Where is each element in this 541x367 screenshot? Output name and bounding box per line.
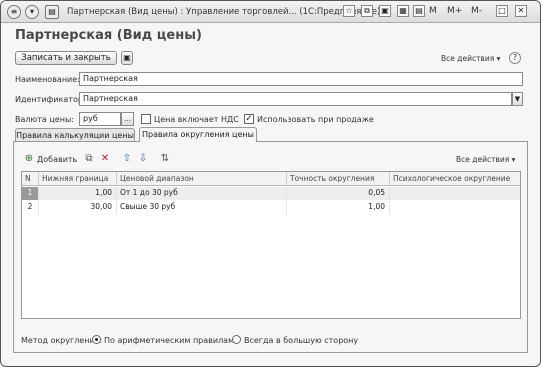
precision-cell[interactable]: 1,00 xyxy=(287,201,390,214)
form-heading: Партнерская (Вид цены) xyxy=(15,28,202,43)
copy-row-icon[interactable]: ⧉ xyxy=(83,153,95,165)
psychological-cell[interactable] xyxy=(390,201,520,214)
lower-bound-cell[interactable]: 1,00 xyxy=(39,187,117,200)
psychological-cell[interactable] xyxy=(390,187,520,200)
save-and-close-button[interactable]: Записать и закрыть xyxy=(15,51,117,65)
move-down-icon[interactable]: ⇩ xyxy=(137,153,149,165)
close-icon[interactable]: ✕ xyxy=(515,5,527,17)
column-header-lower-bound[interactable]: Нижняя граница xyxy=(39,172,117,186)
column-header-price-range[interactable]: Ценовой диапазон xyxy=(117,172,287,186)
calendar-icon[interactable]: ▤ xyxy=(413,5,425,17)
row-number: 1 xyxy=(22,187,39,200)
name-field[interactable]: Партнерская xyxy=(79,72,523,86)
column-header-psychological[interactable]: Психологическое округление xyxy=(390,172,520,186)
identifier-field[interactable]: Партнерская xyxy=(79,92,512,106)
add-button[interactable]: Добавить xyxy=(37,155,77,164)
copy-icon[interactable]: ⧉ xyxy=(361,5,373,17)
grid-icon[interactable]: ▦ xyxy=(397,5,409,17)
rounding-arithmetic-label: По арифметическим правилам xyxy=(104,336,235,345)
price-range-cell[interactable]: Свыше 30 руб xyxy=(117,201,287,214)
form-icon: ▤ xyxy=(45,5,59,19)
vat-checkbox[interactable] xyxy=(141,114,151,124)
help-icon[interactable]: ? xyxy=(509,52,521,64)
rounding-rules-table: N Нижняя граница Ценовой диапазон Точнос… xyxy=(21,171,521,319)
name-label: Наименование: xyxy=(15,75,80,84)
use-in-sale-checkbox[interactable]: ✓ xyxy=(244,114,254,124)
title-bar: ≡ ▾ ▤ Партнерская (Вид цены) : Управлени… xyxy=(1,1,540,23)
restore-icon[interactable]: □ xyxy=(496,5,508,17)
move-up-icon[interactable]: ⇧ xyxy=(121,153,133,165)
app-menu-icon[interactable]: ≡ xyxy=(7,5,21,19)
tab-calculation-rules[interactable]: Правила калькуляции цены xyxy=(15,128,135,142)
memory-button[interactable]: M xyxy=(429,6,437,16)
lower-bound-cell[interactable]: 30,00 xyxy=(39,201,117,214)
column-header-precision[interactable]: Точность округления xyxy=(287,172,390,186)
chevron-down-icon[interactable]: ▾ xyxy=(25,5,39,19)
currency-select-icon[interactable]: … xyxy=(121,112,134,126)
currency-label: Валюта цены: xyxy=(15,115,74,124)
sort-icon[interactable]: ⇅ xyxy=(159,153,171,165)
rounding-up-radio[interactable] xyxy=(232,335,241,344)
table-all-actions-menu[interactable]: Все действия ▾ xyxy=(456,155,515,164)
precision-cell[interactable]: 0,05 xyxy=(287,187,390,200)
memory-minus-button[interactable]: M- xyxy=(471,6,482,16)
add-icon[interactable]: ⊕ xyxy=(23,153,35,165)
table-row[interactable]: 2 30,00 Свыше 30 руб 1,00 xyxy=(22,201,520,214)
column-header-n[interactable]: N xyxy=(22,172,39,186)
form-window: ≡ ▾ ▤ Партнерская (Вид цены) : Управлени… xyxy=(0,0,541,367)
tab-rounding-rules[interactable]: Правила округления цены xyxy=(139,127,257,142)
identifier-dropdown-icon[interactable]: ▼ xyxy=(512,92,523,106)
rounding-method-label: Метод округления: xyxy=(21,336,103,345)
table-row[interactable]: 1 1,00 От 1 до 30 руб 0,05 xyxy=(22,187,520,200)
rounding-arithmetic-radio[interactable] xyxy=(92,335,101,344)
identifier-label: Идентификатор: xyxy=(15,95,86,104)
star-icon[interactable]: ☆ xyxy=(343,5,355,17)
window-title: Партнерская (Вид цены) : Управление торг… xyxy=(67,7,381,17)
delete-icon[interactable]: ✕ xyxy=(99,153,111,165)
rounding-up-label: Всегда в большую сторону xyxy=(244,336,359,345)
all-actions-menu[interactable]: Все действия ▾ xyxy=(441,54,500,63)
save-icon[interactable]: ▣ xyxy=(121,51,133,65)
currency-field[interactable]: руб xyxy=(79,112,121,126)
vat-label: Цена включает НДС xyxy=(154,115,239,124)
row-number: 2 xyxy=(22,201,39,214)
save-icon[interactable]: ▣ xyxy=(379,5,391,17)
price-range-cell[interactable]: От 1 до 30 руб xyxy=(117,187,287,200)
memory-plus-button[interactable]: M+ xyxy=(447,6,462,16)
use-in-sale-label: Использовать при продаже xyxy=(257,115,374,124)
